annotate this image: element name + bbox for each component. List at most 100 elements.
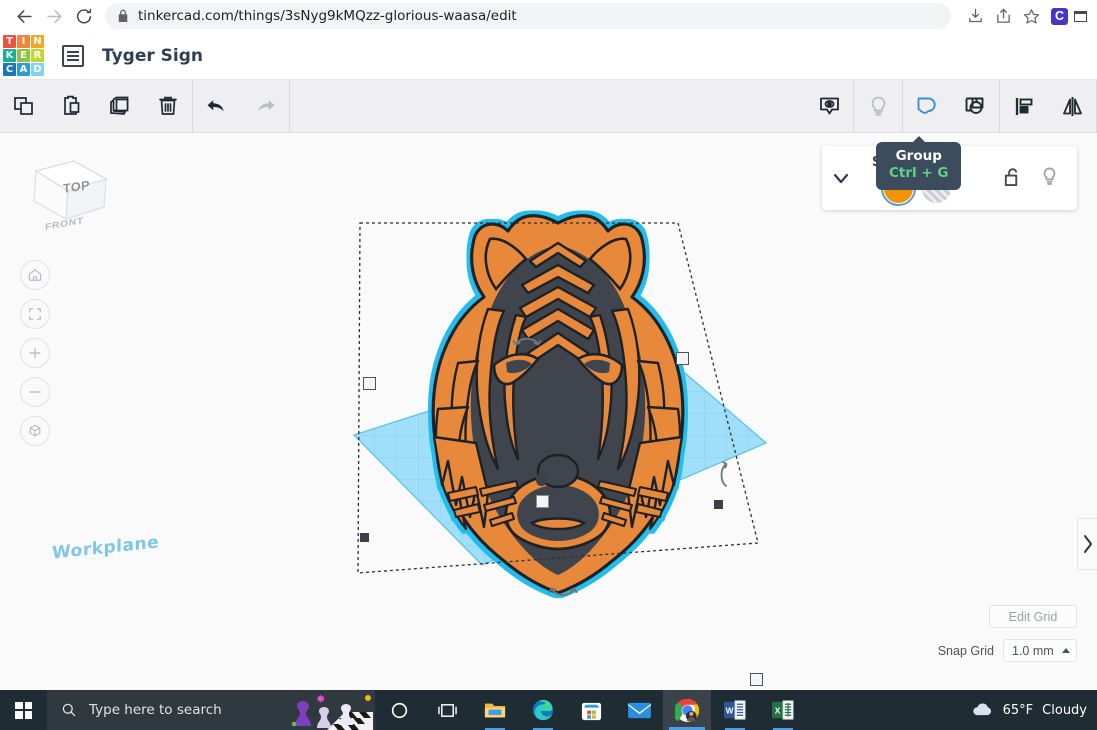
undo-arrow-icon xyxy=(207,100,224,112)
edit-toolbar xyxy=(0,79,1097,133)
browser-back-button[interactable] xyxy=(9,1,39,31)
selection-handle-mid-right[interactable] xyxy=(714,500,723,509)
view-cube[interactable]: TOP FRONT xyxy=(22,153,112,235)
delete-button[interactable] xyxy=(144,80,192,133)
edit-grid-button[interactable]: Edit Grid xyxy=(989,605,1077,628)
cloud-icon xyxy=(972,703,991,716)
address-bar[interactable]: tinkercad.com/things/3sNyg9kMQzz-gloriou… xyxy=(105,3,951,29)
tooltip-title: Group xyxy=(895,148,942,164)
rotate-handle-bottom[interactable] xyxy=(548,584,578,607)
rotate-handle-top[interactable] xyxy=(512,333,542,354)
logo-tile-n: N xyxy=(31,35,44,48)
rotate-arrow-icon xyxy=(512,337,542,346)
snap-grid-control: Snap Grid 1.0 mm xyxy=(938,639,1077,662)
taskbar-task-view[interactable] xyxy=(423,690,471,730)
ungroup-button[interactable] xyxy=(951,80,999,133)
browser-forward-button[interactable] xyxy=(39,1,69,31)
paste-button[interactable] xyxy=(48,80,96,133)
taskbar-mail[interactable] xyxy=(615,690,663,730)
weather-temperature: 65°F xyxy=(1002,702,1034,718)
snap-grid-select[interactable]: 1.0 mm xyxy=(1003,639,1077,662)
paste-icon xyxy=(64,95,80,115)
install-app-icon xyxy=(968,8,982,22)
unlock-icon xyxy=(1004,168,1018,187)
folder-icon xyxy=(484,703,506,718)
zoom-in-button[interactable] xyxy=(20,338,50,368)
cube-box-icon xyxy=(29,424,41,437)
browser-reload-button[interactable] xyxy=(69,1,99,31)
word-icon: W xyxy=(724,700,746,720)
install-app-button[interactable] xyxy=(961,2,989,30)
taskbar-search[interactable]: Type here to search xyxy=(47,690,375,730)
logo-tile-e: E xyxy=(17,49,30,62)
taskbar-store[interactable] xyxy=(567,690,615,730)
window-controls[interactable] xyxy=(1074,10,1087,22)
duplicate-button[interactable] xyxy=(96,80,144,133)
app-header: T I N K E R C A D Tyger Sign xyxy=(0,32,1097,80)
selection-handle-mid-left[interactable] xyxy=(360,533,369,542)
fit-frame-icon xyxy=(29,308,41,320)
panel-collapse-button[interactable] xyxy=(822,168,860,188)
rotate-handle-right[interactable] xyxy=(716,460,732,495)
clipboard-tools xyxy=(0,80,192,132)
ungroup-shapes-icon xyxy=(965,97,983,114)
group-button[interactable] xyxy=(903,80,951,133)
group-shapes-icon xyxy=(917,97,936,114)
edge-icon xyxy=(532,699,554,721)
page-title: Tyger Sign xyxy=(102,45,204,66)
undo-button[interactable] xyxy=(193,80,241,133)
duplicate-icon xyxy=(109,96,128,115)
list-menu-icon[interactable] xyxy=(62,44,84,67)
logo-tile-d: D xyxy=(31,63,44,76)
redo-arrow-icon xyxy=(258,100,275,112)
search-icon xyxy=(62,703,76,717)
tinkercad-logo[interactable]: T I N K E R C A D xyxy=(3,35,44,76)
note-eye-icon xyxy=(819,97,839,114)
taskbar-excel[interactable]: X xyxy=(759,690,807,730)
height-handle-cone[interactable] xyxy=(536,473,547,486)
windows-start-icon xyxy=(15,701,32,719)
design-canvas[interactable]: TOP FRONT Workplane Edit Grid Snap Grid … xyxy=(0,133,1097,690)
lock-toggle-button[interactable] xyxy=(1002,167,1021,192)
group-tooltip: Group Ctrl + G xyxy=(876,136,962,190)
taskbar-word[interactable]: W xyxy=(711,690,759,730)
light-button[interactable] xyxy=(854,80,902,133)
share-button[interactable] xyxy=(989,2,1017,30)
start-button[interactable] xyxy=(0,690,47,730)
chevron-down-icon xyxy=(833,173,849,184)
mirror-button[interactable] xyxy=(1048,80,1096,133)
ortho-perspective-button[interactable] xyxy=(20,416,50,446)
panel-expand-button[interactable] xyxy=(1077,518,1097,570)
copy-icon xyxy=(14,97,33,115)
weather-condition: Cloudy xyxy=(1042,702,1087,718)
plus-icon xyxy=(29,347,41,359)
zoom-out-button[interactable] xyxy=(20,377,50,407)
extension-button[interactable]: C xyxy=(1051,7,1068,25)
lightbulb-icon xyxy=(1043,167,1056,185)
redo-button[interactable] xyxy=(241,80,289,133)
height-handle-square[interactable] xyxy=(536,495,549,508)
copy-button[interactable] xyxy=(0,80,48,133)
minus-icon xyxy=(29,391,41,393)
tooltip-shortcut: Ctrl + G xyxy=(889,165,949,181)
selection-handle-top-left[interactable] xyxy=(363,377,376,390)
taskbar-chrome[interactable] xyxy=(663,690,711,730)
selection-handle-top-right[interactable] xyxy=(676,352,689,365)
notes-button[interactable] xyxy=(805,80,853,133)
star-icon xyxy=(1023,8,1039,24)
fit-to-view-button[interactable] xyxy=(20,299,50,329)
panel-light-button[interactable] xyxy=(1040,166,1059,192)
svg-text:X: X xyxy=(775,707,781,716)
home-view-button[interactable] xyxy=(20,260,50,290)
taskbar-edge[interactable] xyxy=(519,690,567,730)
model-workplane[interactable] xyxy=(330,193,790,690)
bookmark-button[interactable] xyxy=(1017,2,1045,30)
taskbar-file-explorer[interactable] xyxy=(471,690,519,730)
arrow-forward-icon xyxy=(46,9,62,23)
trash-icon xyxy=(159,96,177,115)
taskbar-cortana[interactable] xyxy=(375,690,423,730)
browser-actions: C xyxy=(961,2,1097,30)
selection-handle-bottom-right[interactable] xyxy=(750,673,763,686)
align-button[interactable] xyxy=(1000,80,1048,133)
reload-icon xyxy=(76,8,92,24)
